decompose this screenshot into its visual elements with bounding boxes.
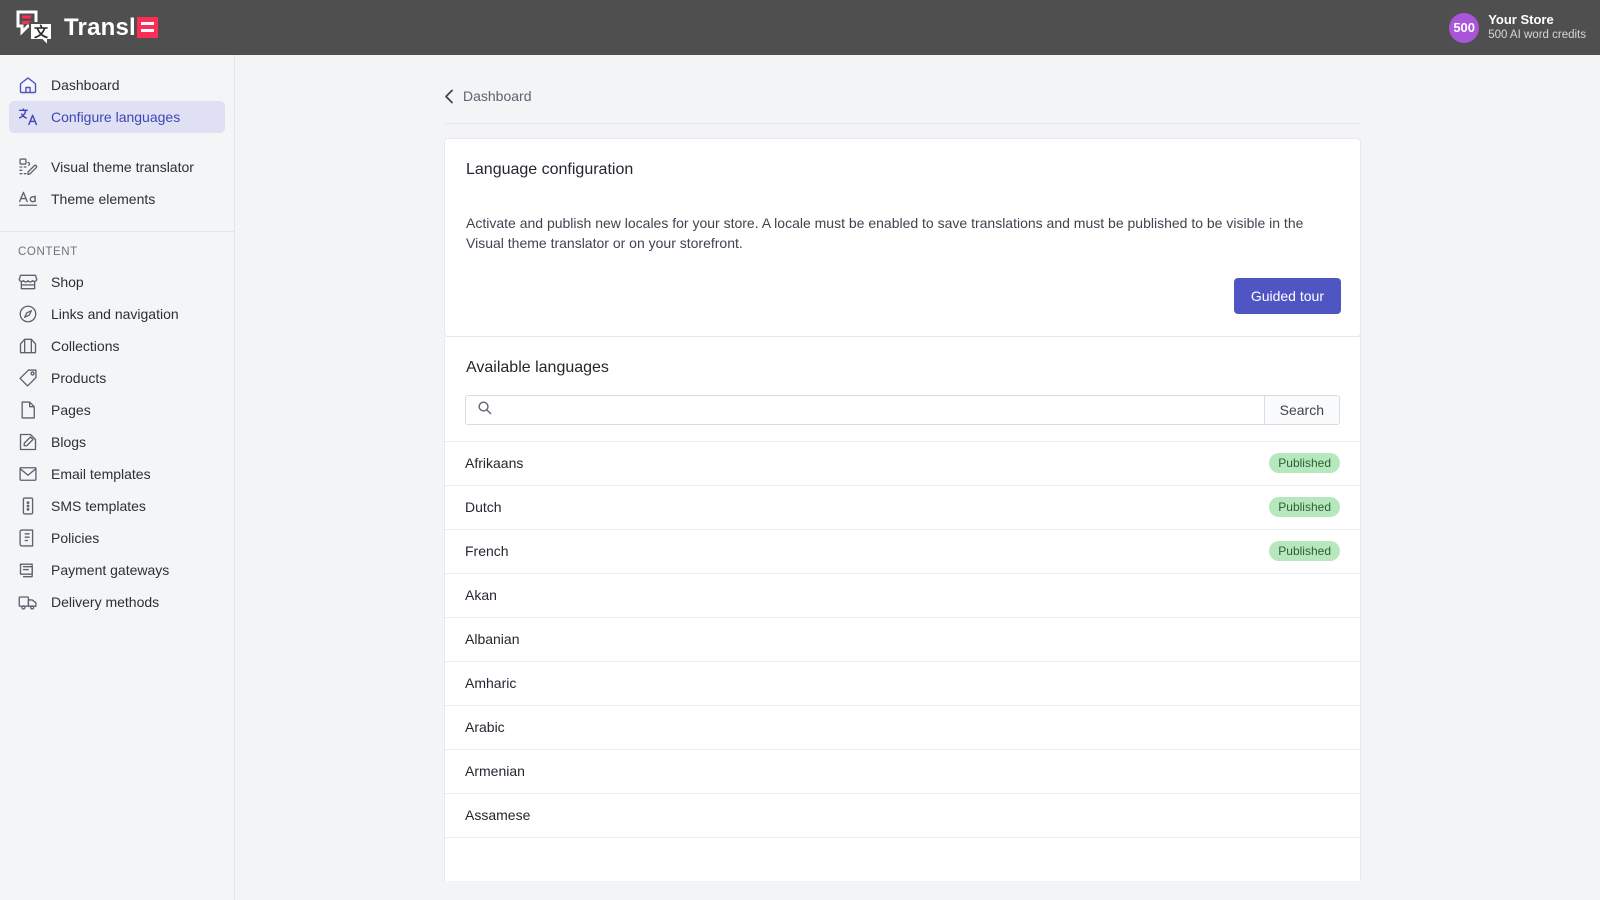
collection-icon (17, 335, 39, 357)
language-name: Assamese (465, 807, 530, 823)
language-name: Dutch (465, 499, 502, 515)
sidebar-item-label: Email templates (51, 466, 151, 482)
breadcrumb-divider (444, 123, 1361, 124)
sidebar-item-label: SMS templates (51, 498, 146, 514)
sidebar-item-payment-gateways[interactable]: Payment gateways (9, 554, 225, 586)
typography-icon (17, 188, 39, 210)
brand-title: Transl (64, 14, 158, 42)
svg-text:文: 文 (34, 24, 49, 40)
sidebar-item-label: Shop (51, 274, 84, 290)
main-content: Dashboard Language configuration Activat… (235, 55, 1600, 900)
phone-icon (17, 495, 39, 517)
table-row[interactable]: Arabic (445, 705, 1360, 749)
sidebar-item-blogs[interactable]: Blogs (9, 426, 225, 458)
home-icon (17, 74, 39, 96)
document-list-icon (17, 527, 39, 549)
sidebar-item-label: Products (51, 370, 106, 386)
sidebar-item-delivery-methods[interactable]: Delivery methods (9, 586, 225, 618)
sidebar-section-content: CONTENT (0, 232, 234, 266)
table-row[interactable]: Armenian (445, 749, 1360, 793)
config-description: Activate and publish new locales for you… (445, 179, 1360, 254)
sidebar-item-visual-theme-translator[interactable]: Visual theme translator (9, 151, 225, 183)
breadcrumb-label: Dashboard (463, 88, 532, 104)
tag-icon (17, 367, 39, 389)
page-icon (17, 399, 39, 421)
pencil-square-icon (17, 431, 39, 453)
sidebar-item-label: Blogs (51, 434, 86, 450)
available-languages-title: Available languages (445, 337, 1360, 377)
card-stack-icon (17, 559, 39, 581)
search-row: Search (465, 395, 1340, 425)
guided-tour-button[interactable]: Guided tour (1234, 278, 1341, 314)
available-languages-card: Available languages Search Afrikaans Pub… (444, 337, 1361, 881)
sidebar-item-theme-elements[interactable]: Theme elements (9, 183, 225, 215)
table-row[interactable]: Akan (445, 573, 1360, 617)
credits-label: 500 AI word credits (1488, 28, 1586, 42)
sidebar-item-email-templates[interactable]: Email templates (9, 458, 225, 490)
theme-edit-icon (17, 156, 39, 178)
breadcrumb[interactable]: Dashboard (235, 55, 532, 104)
table-row[interactable]: Dutch Published (445, 485, 1360, 529)
credits-avatar: 500 (1449, 13, 1479, 43)
search-icon (477, 400, 492, 420)
sidebar-item-label: Visual theme translator (51, 159, 194, 175)
page-title: Language configuration (445, 139, 1360, 179)
sidebar-item-pages[interactable]: Pages (9, 394, 225, 426)
sidebar-item-label: Theme elements (51, 191, 155, 207)
chevron-left-icon (444, 89, 454, 104)
translation-bubbles-icon: 文 (16, 10, 54, 46)
sidebar-item-label: Dashboard (51, 77, 120, 93)
status-badge: Published (1269, 541, 1340, 561)
sidebar-item-shop[interactable]: Shop (9, 266, 225, 298)
search-button[interactable]: Search (1264, 395, 1340, 425)
sidebar-item-label: Payment gateways (51, 562, 169, 578)
store-icon (17, 271, 39, 293)
translate-icon (17, 106, 39, 128)
sidebar-item-links-and-navigation[interactable]: Links and navigation (9, 298, 225, 330)
status-badge: Published (1269, 453, 1340, 473)
sidebar-item-label: Pages (51, 402, 91, 418)
status-badge: Published (1269, 497, 1340, 517)
sidebar-item-policies[interactable]: Policies (9, 522, 225, 554)
brand-badge-icon (137, 17, 158, 38)
brand-title-text: Transl (64, 14, 136, 42)
language-name: Afrikaans (465, 455, 523, 471)
sidebar: Dashboard Configure languages Visual (0, 55, 235, 900)
brand[interactable]: 文 Transl (0, 10, 158, 46)
sidebar-item-collections[interactable]: Collections (9, 330, 225, 362)
search-box[interactable] (465, 395, 1264, 425)
table-row[interactable]: Albanian (445, 617, 1360, 661)
sidebar-item-label: Delivery methods (51, 594, 159, 610)
sidebar-item-label: Links and navigation (51, 306, 179, 322)
table-row[interactable]: Amharic (445, 661, 1360, 705)
nav-spacer (0, 133, 234, 151)
sidebar-item-configure-languages[interactable]: Configure languages (9, 101, 225, 133)
sidebar-item-dashboard[interactable]: Dashboard (9, 69, 225, 101)
sidebar-item-label: Configure languages (51, 109, 180, 125)
account-summary[interactable]: 500 Your Store 500 AI word credits (1449, 12, 1600, 43)
sidebar-item-products[interactable]: Products (9, 362, 225, 394)
sidebar-item-label: Policies (51, 530, 99, 546)
store-name: Your Store (1488, 12, 1586, 28)
language-configuration-card: Language configuration Activate and publ… (444, 138, 1361, 337)
table-row[interactable]: French Published (445, 529, 1360, 573)
table-row[interactable]: Afrikaans Published (445, 441, 1360, 485)
language-name: Albanian (465, 631, 520, 647)
language-name: French (465, 543, 509, 559)
table-row[interactable]: Assamese (445, 793, 1360, 837)
search-input[interactable] (501, 396, 1264, 424)
truck-icon (17, 591, 39, 613)
language-name: Arabic (465, 719, 505, 735)
sidebar-item-sms-templates[interactable]: SMS templates (9, 490, 225, 522)
envelope-icon (17, 463, 39, 485)
table-row-partial[interactable] (445, 837, 1360, 881)
language-name: Akan (465, 587, 497, 603)
language-name: Armenian (465, 763, 525, 779)
language-list: Afrikaans Published Dutch Published Fren… (445, 441, 1360, 881)
top-bar: 文 Transl 500 Your Store 500 AI word cred… (0, 0, 1600, 55)
compass-icon (17, 303, 39, 325)
sidebar-item-label: Collections (51, 338, 119, 354)
card-actions: Guided tour (445, 254, 1360, 336)
language-name: Amharic (465, 675, 516, 691)
